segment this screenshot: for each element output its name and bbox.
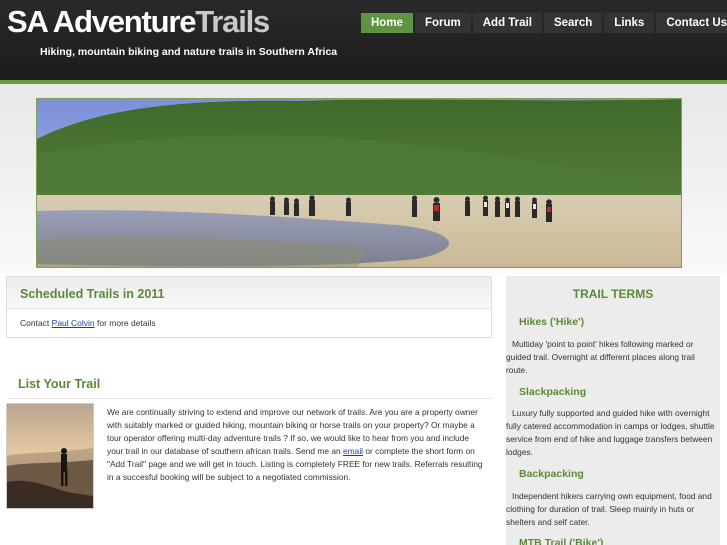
list-trail-divider xyxy=(8,398,492,399)
site-header: SA AdventureTrails Hiking, mountain biki… xyxy=(0,0,727,80)
term-hikes-text: Multiday 'point to point' hikes followin… xyxy=(506,339,695,375)
term-backpacking-title: Backpacking xyxy=(519,468,584,480)
nav-forum[interactable]: Forum xyxy=(414,13,471,33)
logo-main-text: SA Adventure xyxy=(7,4,196,39)
scheduled-trails-title: Scheduled Trails in 2011 xyxy=(20,287,165,301)
main-nav: Home Forum Add Trail Search Links Contac… xyxy=(361,13,727,33)
trail-terms-title: TRAIL TERMS xyxy=(572,287,654,301)
term-backpacking-text: Independent hikers carrying own equipmen… xyxy=(506,491,712,527)
logo-accent-text: Trails xyxy=(195,4,270,39)
contact-paul-link[interactable]: Paul Colvin xyxy=(52,318,95,328)
term-slackpacking-text: Luxury fully supported and guided hike w… xyxy=(506,408,715,457)
trail-terms-sidebar: TRAIL TERMS Hikes ('Hike') Multiday 'poi… xyxy=(506,276,720,545)
list-trail-body: We are continually striving to extend an… xyxy=(107,406,485,484)
nav-contact-us[interactable]: Contact Us xyxy=(656,13,727,33)
scheduled-text-after: for more details xyxy=(94,318,156,328)
term-hikes-title: Hikes ('Hike') xyxy=(519,316,585,328)
nav-home[interactable]: Home xyxy=(361,13,413,33)
scheduled-trails-text: Contact Paul Colvin for more details xyxy=(20,318,156,328)
hero-banner-image xyxy=(36,98,682,268)
term-mtb-title: MTB Trail ('Bike') xyxy=(519,537,604,545)
nav-add-trail[interactable]: Add Trail xyxy=(472,13,542,33)
nav-search[interactable]: Search xyxy=(543,13,603,33)
term-slackpacking-title: Slackpacking xyxy=(519,386,587,398)
site-tagline: Hiking, mountain biking and nature trail… xyxy=(40,46,338,58)
nav-links[interactable]: Links xyxy=(604,13,655,33)
hiker-photo xyxy=(6,403,94,509)
scheduled-trails-box: Scheduled Trails in 2011 Contact Paul Co… xyxy=(6,276,492,338)
scheduled-text-before: Contact xyxy=(20,318,52,328)
email-link[interactable]: email xyxy=(343,446,363,456)
site-logo[interactable]: SA AdventureTrails xyxy=(7,4,270,40)
list-trail-heading: List Your Trail xyxy=(18,377,101,391)
